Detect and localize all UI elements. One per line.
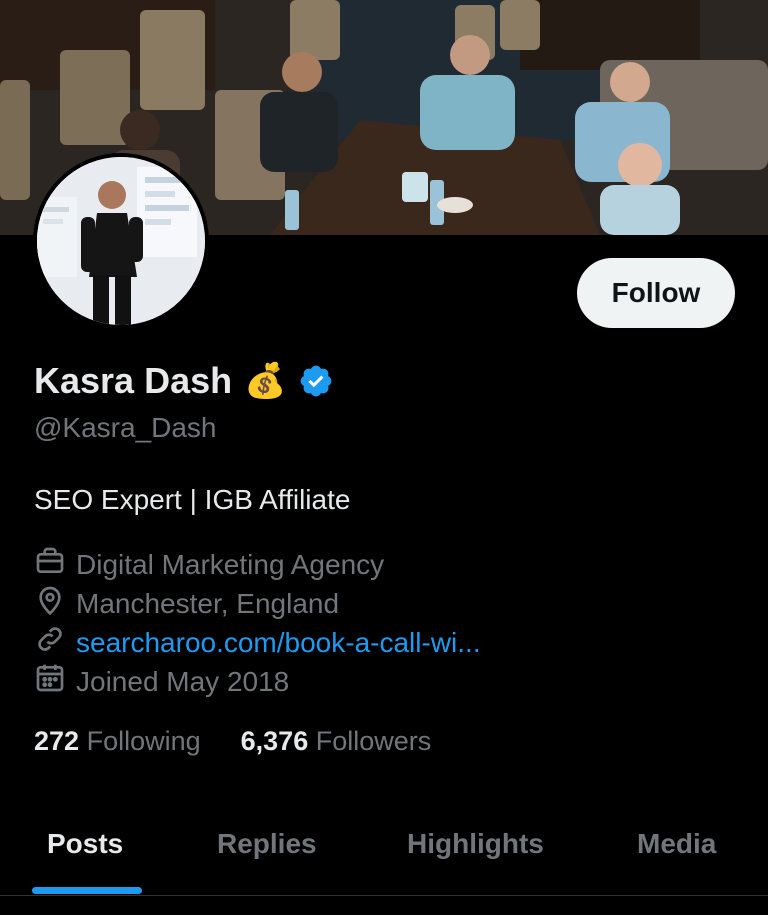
tab-media[interactable]: Media xyxy=(637,828,716,860)
follow-button[interactable]: Follow xyxy=(577,258,735,328)
verified-badge-icon[interactable] xyxy=(298,363,334,399)
followers-link[interactable]: 6,376 Followers xyxy=(241,726,432,757)
profile-category: Digital Marketing Agency xyxy=(76,548,385,580)
link-icon xyxy=(34,623,66,662)
following-count: 272 xyxy=(34,726,80,756)
tab-replies[interactable]: Replies xyxy=(217,828,317,860)
tab-highlights[interactable]: Highlights xyxy=(407,828,544,860)
profile-website-link[interactable]: searcharoo.com/book-a-call-wi... xyxy=(76,627,481,659)
display-name: Kasra Dash xyxy=(34,360,233,401)
calendar-icon xyxy=(34,662,66,701)
location-pin-icon xyxy=(34,584,66,623)
profile-location-row: Manchester, England xyxy=(34,584,339,623)
profile-bio: SEO Expert | IGB Affiliate xyxy=(34,484,351,515)
money-bag-emoji: 💰 xyxy=(244,362,287,400)
profile-joined-row: Joined May 2018 xyxy=(34,662,289,701)
profile-handle: @Kasra_Dash xyxy=(34,412,217,443)
following-link[interactable]: 272 Following xyxy=(34,726,201,757)
profile-tabs: Posts Replies Highlights Media xyxy=(0,800,768,894)
follow-counts: 272 Following 6,376 Followers xyxy=(34,726,431,757)
tabs-divider xyxy=(0,895,768,896)
profile-location: Manchester, England xyxy=(76,587,340,619)
active-tab-indicator xyxy=(32,887,142,894)
followers-count: 6,376 xyxy=(240,726,309,756)
followers-label: Followers xyxy=(315,726,432,756)
profile-category-row: Digital Marketing Agency xyxy=(34,545,384,584)
profile-avatar[interactable] xyxy=(33,153,209,329)
briefcase-icon xyxy=(34,545,66,584)
profile-link-row[interactable]: searcharoo.com/book-a-call-wi... xyxy=(34,623,481,662)
profile-name-row: Kasra Dash 💰 xyxy=(34,360,334,402)
following-label: Following xyxy=(86,726,201,756)
profile-joined-date: Joined May 2018 xyxy=(76,665,290,697)
tab-posts[interactable]: Posts xyxy=(47,828,123,860)
